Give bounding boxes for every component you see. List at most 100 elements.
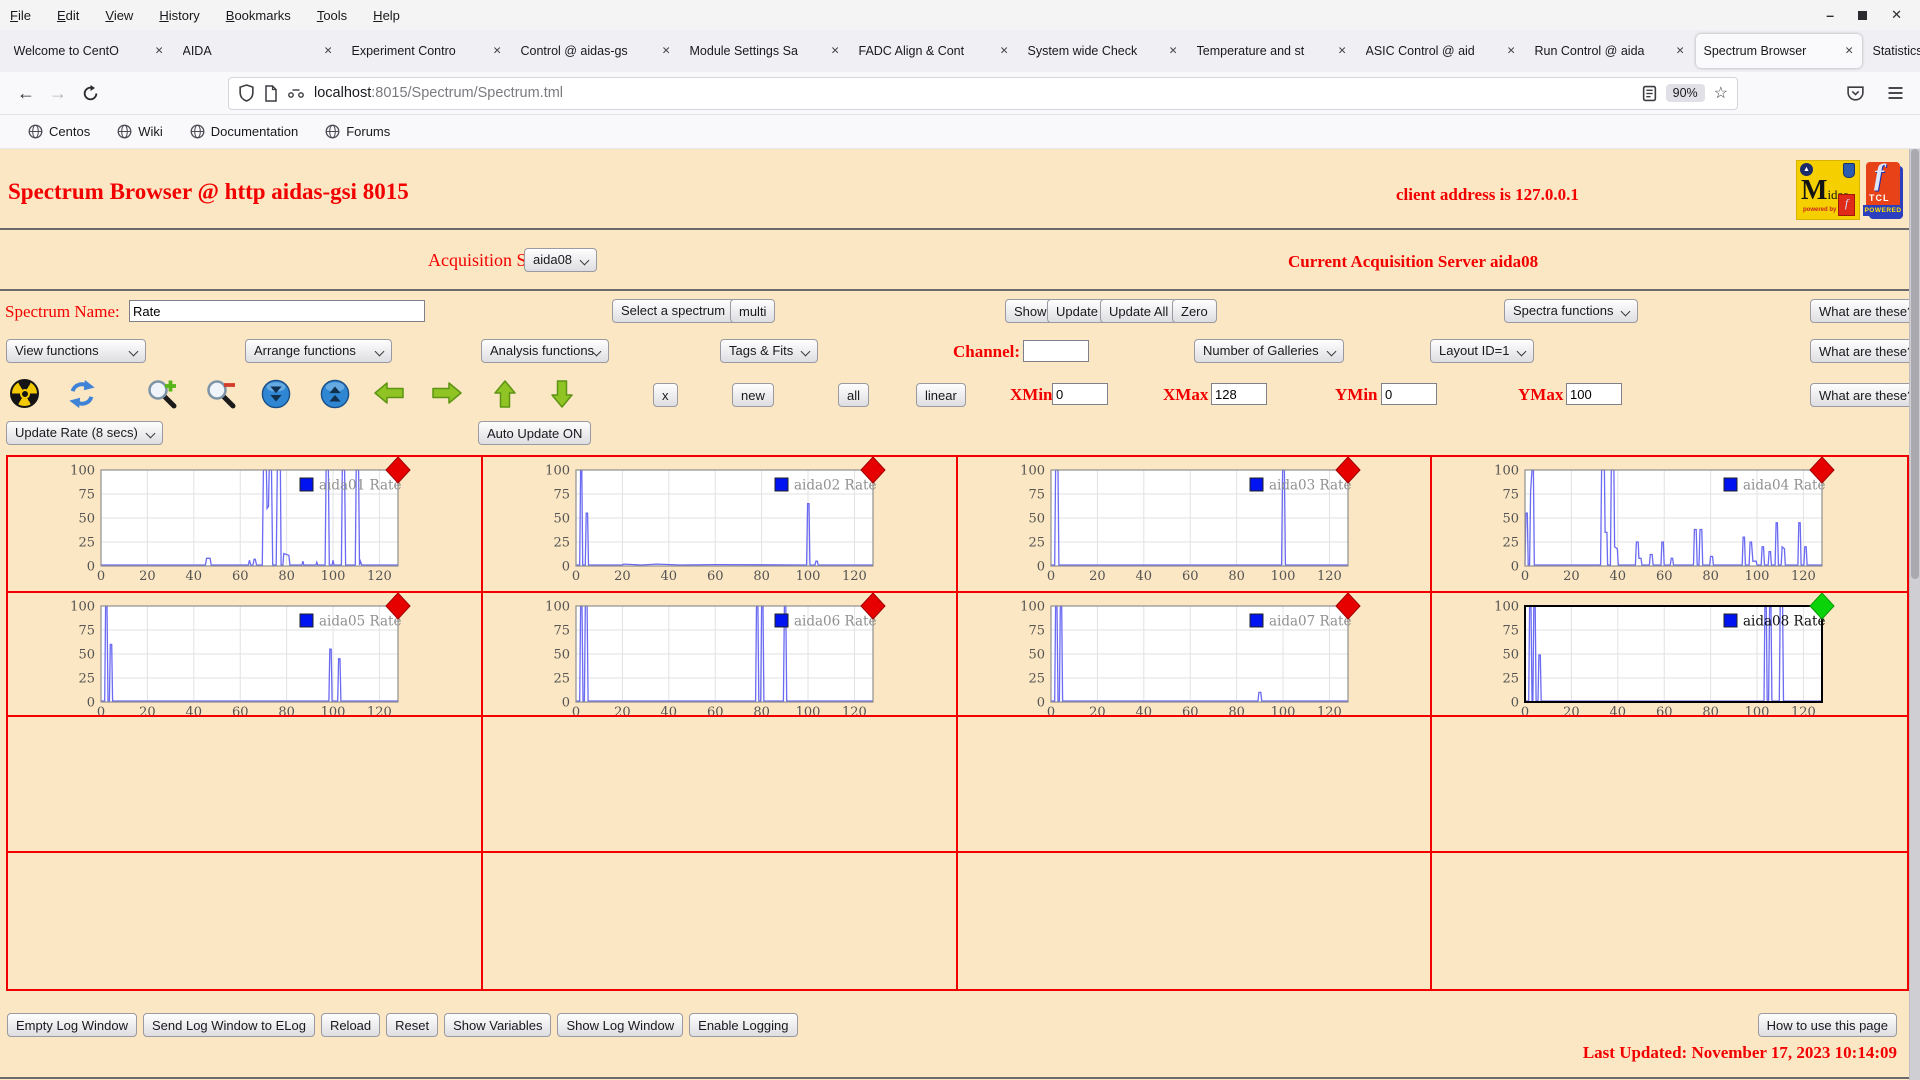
- how-to-use-button[interactable]: How to use this page: [1757, 1013, 1897, 1037]
- zero-button[interactable]: Zero: [1172, 299, 1217, 323]
- update-rate-dropdown[interactable]: Update Rate (8 secs): [6, 421, 163, 445]
- menu-file[interactable]: File: [10, 8, 31, 23]
- channel-input[interactable]: [1023, 340, 1089, 362]
- close-icon[interactable]: ✕: [1891, 7, 1902, 23]
- tags-fits-dropdown[interactable]: Tags & Fits: [720, 339, 819, 363]
- browser-tab[interactable]: Control @ aidas-gs ✕: [513, 34, 679, 68]
- scrollbar[interactable]: [1909, 149, 1920, 1080]
- spectrum-chart-cell[interactable]: 0 20 40 60 80 100 120 0 25 50 75 100 aida05 Rate: [8, 593, 483, 717]
- browser-tab[interactable]: ASIC Control @ aid ✕: [1358, 34, 1524, 68]
- menu-view[interactable]: View: [105, 8, 133, 23]
- tab-close-icon[interactable]: ✕: [662, 45, 671, 57]
- tab-close-icon[interactable]: ✕: [1169, 45, 1178, 57]
- zoom-level-badge[interactable]: 90%: [1665, 84, 1705, 102]
- ymax-input[interactable]: [1566, 383, 1622, 405]
- tab-close-icon[interactable]: ✕: [1845, 45, 1854, 57]
- url-bar[interactable]: localhost:8015/Spectrum/Spectrum.tml 90%…: [228, 76, 1738, 110]
- shield-icon[interactable]: [238, 84, 255, 102]
- scroll-up-icon[interactable]: [320, 379, 352, 409]
- tab-close-icon[interactable]: ✕: [831, 45, 840, 57]
- arrow-down-icon[interactable]: [549, 379, 581, 409]
- reset-button[interactable]: Reset: [386, 1013, 439, 1037]
- tcl-logo[interactable]: f TCL POWERED: [1863, 158, 1903, 216]
- empty-log-window-button[interactable]: Empty Log Window: [7, 1013, 137, 1037]
- spectra-functions-dropdown[interactable]: Spectra functions: [1504, 299, 1639, 323]
- tab-close-icon[interactable]: ✕: [493, 45, 502, 57]
- menu-tools[interactable]: Tools: [317, 8, 347, 23]
- xmin-input[interactable]: [1052, 383, 1108, 405]
- zoom-out-icon[interactable]: [206, 379, 238, 409]
- browser-tab[interactable]: Welcome to CentO ✕: [6, 34, 172, 68]
- update-all-button[interactable]: Update All: [1100, 299, 1178, 323]
- bookmark-star-icon[interactable]: ☆: [1714, 83, 1728, 103]
- menu-edit[interactable]: Edit: [57, 8, 79, 23]
- spectrum-name-input[interactable]: [129, 300, 425, 322]
- bookmark-documentation[interactable]: Documentation: [190, 124, 298, 139]
- browser-tab[interactable]: System wide Check ✕: [1020, 34, 1186, 68]
- what-are-these-button[interactable]: What are these?: [1810, 299, 1920, 323]
- bookmark-centos[interactable]: Centos: [28, 124, 90, 139]
- tab-close-icon[interactable]: ✕: [324, 45, 333, 57]
- arrange-functions-dropdown[interactable]: Arrange functions: [245, 339, 392, 363]
- layout-id-dropdown[interactable]: Layout ID=1: [1430, 339, 1535, 363]
- spectrum-chart-cell[interactable]: 0 20 40 60 80 100 120 0 25 50 75 100 aida08 Rate: [1432, 593, 1907, 717]
- show-log-window-button[interactable]: Show Log Window: [557, 1013, 684, 1037]
- menu-help[interactable]: Help: [373, 8, 400, 23]
- browser-tab[interactable]: Spectrum Browser ✕: [1695, 34, 1862, 68]
- enable-logging-button[interactable]: Enable Logging: [689, 1013, 798, 1037]
- send-log-window-to-elog-button[interactable]: Send Log Window to ELog: [143, 1013, 315, 1037]
- browser-tab[interactable]: FADC Align & Cont ✕: [851, 34, 1017, 68]
- spectrum-chart-cell[interactable]: 0 20 40 60 80 100 120 0 25 50 75 100 aida04 Rate: [1432, 457, 1907, 593]
- browser-tab[interactable]: Statistics @ aidas-✕: [1865, 34, 1920, 68]
- browser-tab[interactable]: AIDA ✕: [175, 34, 341, 68]
- radiation-icon[interactable]: [10, 379, 42, 409]
- update-button[interactable]: Update: [1047, 299, 1107, 323]
- connection-icon[interactable]: [287, 87, 305, 99]
- reload-button[interactable]: Reload: [320, 1013, 381, 1037]
- bookmark-wiki[interactable]: Wiki: [117, 124, 163, 139]
- minimize-icon[interactable]: –: [1826, 7, 1834, 23]
- scrollbar-thumb[interactable]: [1911, 149, 1919, 579]
- view-functions-dropdown[interactable]: View functions: [6, 339, 146, 363]
- midas-logo[interactable]: ▲ Midas powered by f: [1797, 161, 1859, 219]
- zoom-in-icon[interactable]: [147, 379, 179, 409]
- menu-history[interactable]: History: [159, 8, 199, 23]
- maximize-icon[interactable]: [1858, 10, 1868, 20]
- tab-close-icon[interactable]: ✕: [155, 45, 164, 57]
- refresh-icon[interactable]: [67, 379, 99, 409]
- hamburger-menu-icon[interactable]: [1887, 86, 1904, 100]
- browser-tab[interactable]: Temperature and st ✕: [1189, 34, 1355, 68]
- scroll-down-icon[interactable]: [261, 379, 293, 409]
- auto-update-button[interactable]: Auto Update ON: [478, 421, 592, 445]
- reload-icon[interactable]: [74, 78, 106, 108]
- spectrum-chart-cell[interactable]: 0 20 40 60 80 100 120 0 25 50 75 100 aida06 Rate: [482, 593, 958, 717]
- what-are-these-button[interactable]: What are these?: [1810, 339, 1920, 363]
- back-icon[interactable]: ←: [10, 78, 42, 108]
- ymin-input[interactable]: [1381, 383, 1437, 405]
- tab-close-icon[interactable]: ✕: [1000, 45, 1009, 57]
- spectrum-chart-cell[interactable]: 0 20 40 60 80 100 120 0 25 50 75 100 aida07 Rate: [957, 593, 1433, 717]
- menu-bookmarks[interactable]: Bookmarks: [226, 8, 291, 23]
- page-icon[interactable]: [264, 84, 278, 102]
- analysis-functions-dropdown[interactable]: Analysis functions: [481, 339, 609, 363]
- tab-close-icon[interactable]: ✕: [1338, 45, 1347, 57]
- all-button[interactable]: all: [838, 383, 870, 407]
- multi-button[interactable]: multi: [730, 299, 776, 323]
- reader-mode-icon[interactable]: [1642, 85, 1657, 102]
- arrow-left-icon[interactable]: [373, 379, 405, 409]
- tab-close-icon[interactable]: ✕: [1507, 45, 1516, 57]
- pocket-icon[interactable]: [1846, 85, 1865, 102]
- arrow-up-icon[interactable]: [492, 379, 524, 409]
- galleries-dropdown[interactable]: Number of Galleries: [1194, 339, 1344, 363]
- new-button[interactable]: new: [732, 383, 774, 407]
- spectrum-chart-cell[interactable]: 0 20 40 60 80 100 120 0 25 50 75 100 aida01 Rate: [8, 457, 483, 593]
- x-button[interactable]: x: [653, 383, 678, 407]
- bookmark-forums[interactable]: Forums: [325, 124, 390, 139]
- browser-tab[interactable]: Run Control @ aida ✕: [1527, 34, 1693, 68]
- forward-icon[interactable]: →: [42, 78, 74, 108]
- browser-tab[interactable]: Module Settings Sa ✕: [682, 34, 848, 68]
- tab-close-icon[interactable]: ✕: [1676, 45, 1685, 57]
- show-variables-button[interactable]: Show Variables: [444, 1013, 552, 1037]
- xmax-input[interactable]: [1211, 383, 1267, 405]
- url-text[interactable]: localhost:8015/Spectrum/Spectrum.tml: [314, 85, 1633, 101]
